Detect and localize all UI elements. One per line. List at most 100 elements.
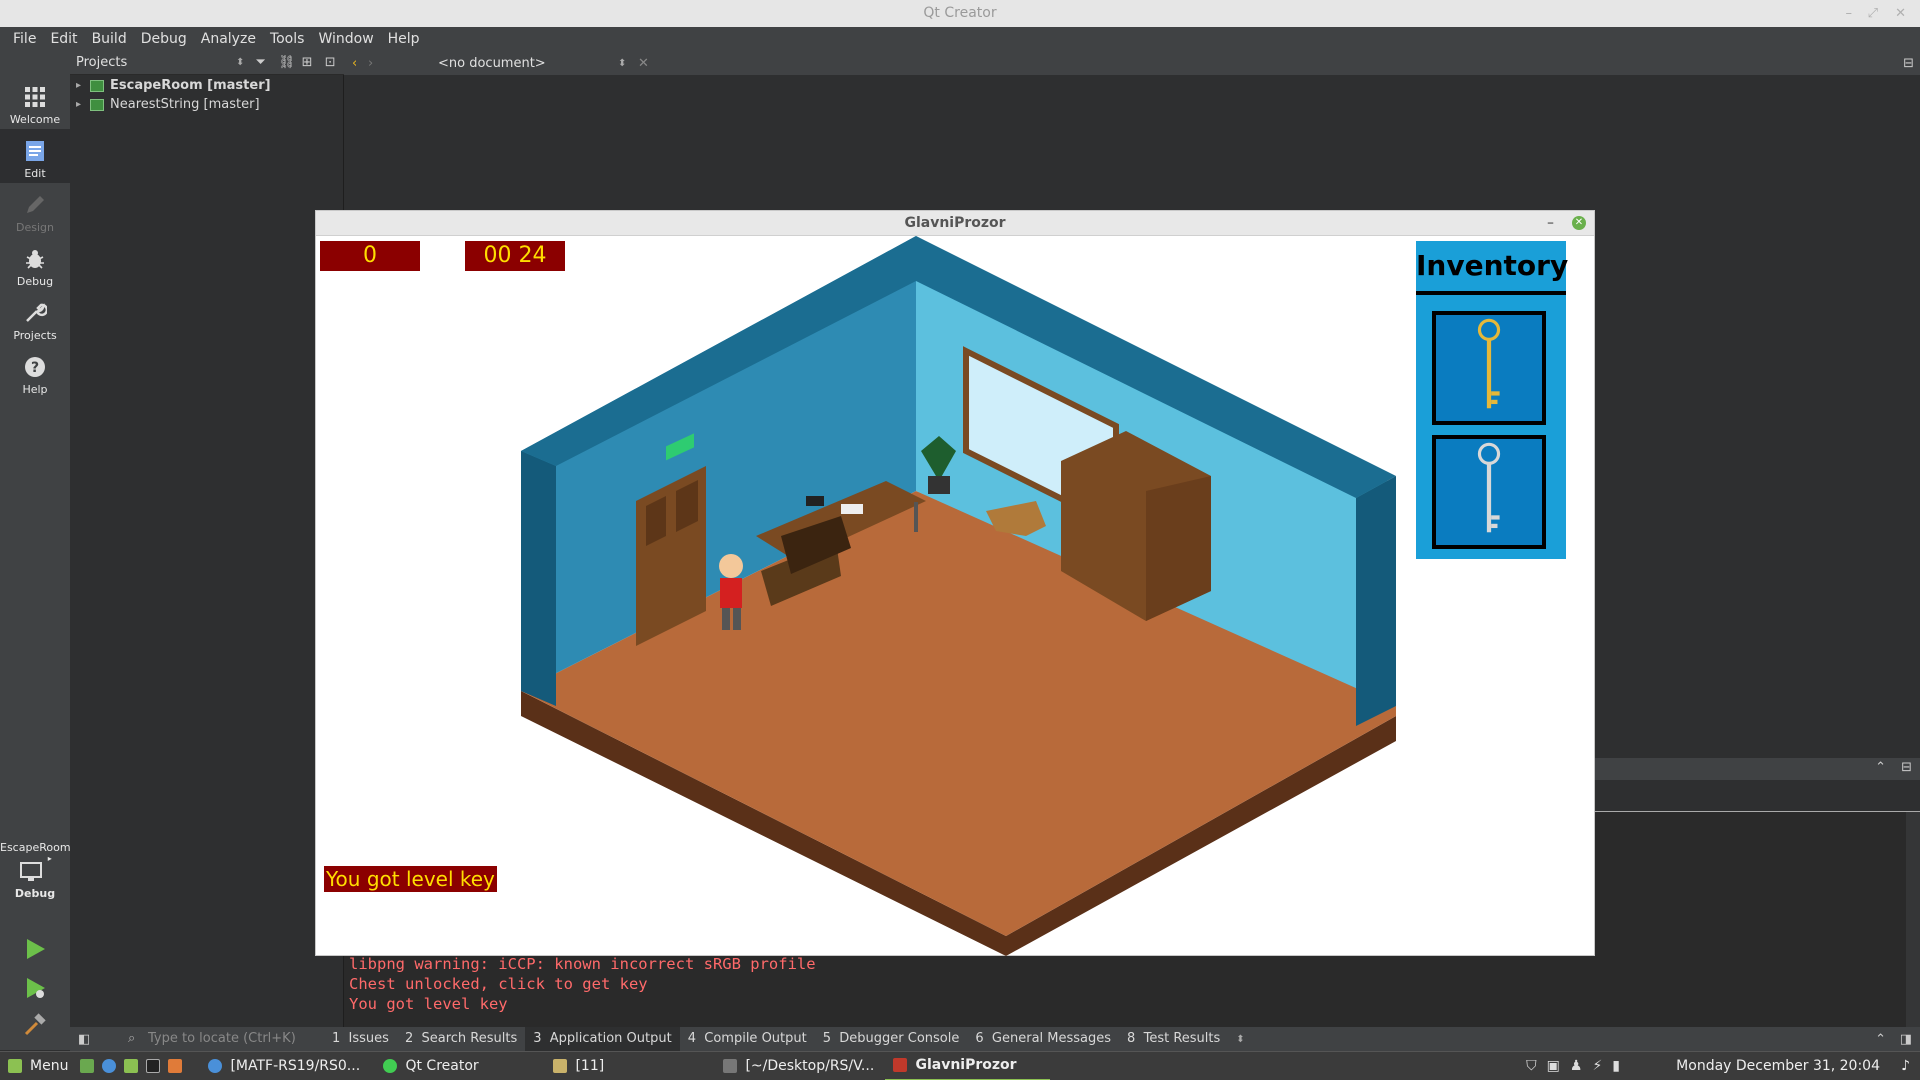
sublime-icon <box>168 1059 183 1073</box>
taskbar-item-browser[interactable]: [MATF-RS19/RS0... <box>200 1052 375 1080</box>
player-leg <box>733 608 741 630</box>
game-room-scene[interactable] <box>506 236 1406 956</box>
taskbar-item-glavniprozor[interactable]: GlavniProzor <box>885 1052 1051 1080</box>
user-icon[interactable]: ♟ <box>1570 1058 1583 1074</box>
tab-label: General Messages <box>991 1031 1112 1046</box>
maximize-pane-icon[interactable]: ⌃ <box>1875 760 1886 775</box>
mode-label: Welcome <box>9 113 61 126</box>
project-name: NearestString [master] <box>110 97 260 112</box>
run-button[interactable] <box>23 937 47 965</box>
menu-window[interactable]: Window <box>311 27 380 51</box>
toggle-right-sidebar-icon[interactable]: ◨ <box>1900 1032 1912 1047</box>
minimize-button[interactable]: – <box>1846 0 1853 27</box>
player-character[interactable] <box>720 578 742 608</box>
network-icon[interactable]: ⚡ <box>1592 1058 1602 1074</box>
inventory-slot-1[interactable] <box>1432 311 1546 425</box>
menu-debug[interactable]: Debug <box>134 27 194 51</box>
kit-selector[interactable]: EscapeRoom ▸ Debug <box>0 841 71 900</box>
taskbar-item-qtcreator[interactable]: Qt Creator <box>375 1052 545 1080</box>
back-icon[interactable]: ‹ <box>344 56 368 71</box>
mode-design[interactable]: Design <box>0 183 70 237</box>
editor-icon <box>723 1059 738 1073</box>
build-button[interactable] <box>23 1013 47 1041</box>
project-item-nearest-string[interactable]: ▸ NearestString [master] <box>70 95 343 114</box>
gold-key-icon <box>1477 318 1501 409</box>
menu-analyze[interactable]: Analyze <box>194 27 263 51</box>
game-window-title: GlavniProzor <box>904 215 1006 231</box>
close-document-icon[interactable]: ✕ <box>638 56 658 71</box>
close-panel-icon[interactable]: ⊡ <box>325 55 344 70</box>
split-icon[interactable]: ⊞ <box>302 55 325 70</box>
document-combo[interactable]: <no document> <box>438 56 618 71</box>
locator-placeholder: Type to locate (Ctrl+K) <box>148 1031 296 1046</box>
shield-icon[interactable]: ⛉ <box>1526 1058 1537 1074</box>
output-line: Chest unlocked, click to get key <box>349 975 648 993</box>
filter-icon[interactable]: ⏷ <box>255 55 278 70</box>
folder-icon <box>553 1059 568 1073</box>
debug-run-button[interactable] <box>23 976 47 1004</box>
tab-label: Search Results <box>421 1031 518 1046</box>
volume-icon[interactable]: ♪ <box>1901 1058 1910 1074</box>
menu-build[interactable]: Build <box>85 27 134 51</box>
tab-number: 3 <box>533 1031 542 1046</box>
close-button[interactable]: ✕ <box>1895 0 1906 27</box>
files-launcher[interactable] <box>120 1052 142 1080</box>
book[interactable] <box>841 504 863 514</box>
project-item-escaperoom[interactable]: ▸ EscapeRoom [master] <box>70 76 343 95</box>
output-scrollbar[interactable] <box>1906 812 1920 1036</box>
more-tabs-icon[interactable]: ⬍ <box>1228 1034 1244 1045</box>
maximize-button[interactable]: ⤢ <box>1868 0 1878 27</box>
tab-compile-output[interactable]: 4 Compile Output <box>680 1027 815 1051</box>
forward-icon[interactable]: › <box>368 56 438 71</box>
expand-up-icon[interactable]: ⌃ <box>1875 1032 1886 1047</box>
clipboard-icon[interactable]: ▣ <box>1547 1058 1560 1074</box>
expand-arrow-icon[interactable]: ▸ <box>76 76 90 95</box>
svg-text:?: ? <box>31 360 39 376</box>
output-filter-bar <box>1595 780 1920 812</box>
taskbar-item-files[interactable]: [11] <box>545 1052 715 1080</box>
bug-icon <box>26 250 44 269</box>
tab-debugger-console[interactable]: 5 Debugger Console <box>815 1027 968 1051</box>
combo-arrow-icon: ⬍ <box>618 57 627 69</box>
inventory-slot-2[interactable] <box>1432 435 1546 549</box>
toggle-sidebar-icon[interactable]: ◧ <box>78 1032 94 1047</box>
silver-key-icon <box>1477 442 1501 533</box>
browser-launcher[interactable] <box>98 1052 120 1080</box>
mode-projects[interactable]: Projects <box>0 291 70 345</box>
menu-edit[interactable]: Edit <box>43 27 84 51</box>
game-minimize-button[interactable]: – <box>1547 211 1554 236</box>
close-pane-icon[interactable]: ⊟ <box>1901 760 1912 775</box>
split-editor-icon[interactable]: ⊟ <box>1903 56 1914 71</box>
tab-issues[interactable]: 1 Issues <box>324 1027 397 1051</box>
mode-help[interactable]: ? Help <box>0 345 70 399</box>
mode-welcome[interactable]: Welcome <box>0 75 70 129</box>
score-display: 0 <box>320 241 420 271</box>
terminal-launcher[interactable] <box>142 1052 164 1080</box>
mode-edit[interactable]: Edit <box>0 129 70 183</box>
expand-arrow-icon[interactable]: ▸ <box>76 95 90 114</box>
laptop[interactable] <box>806 496 824 506</box>
locator-input[interactable]: ⌕ Type to locate (Ctrl+K) <box>124 1029 324 1049</box>
tab-search-results[interactable]: 2 Search Results <box>397 1027 525 1051</box>
mode-debug[interactable]: Debug <box>0 237 70 291</box>
tab-label: Application Output <box>549 1031 672 1046</box>
sublime-launcher[interactable] <box>164 1052 186 1080</box>
taskbar-item-editor[interactable]: [~/Desktop/RS/V... <box>715 1052 885 1080</box>
kit-project-name: EscapeRoom <box>0 841 71 854</box>
battery-icon[interactable]: ▮ <box>1612 1058 1620 1074</box>
menu-help[interactable]: Help <box>381 27 427 51</box>
game-close-button[interactable]: ✕ <box>1572 216 1586 230</box>
link-icon[interactable]: ⛓ <box>278 55 301 70</box>
tab-test-results[interactable]: 8 Test Results <box>1119 1027 1228 1051</box>
tab-general-messages[interactable]: 6 General Messages <box>967 1027 1119 1051</box>
grid-icon <box>25 87 45 107</box>
menu-tools[interactable]: Tools <box>263 27 312 51</box>
app-icon <box>893 1058 908 1072</box>
taskbar-item-label: GlavniProzor <box>915 1057 1017 1073</box>
start-menu-button[interactable]: Menu <box>0 1052 76 1080</box>
tab-application-output[interactable]: 3 Application Output <box>525 1027 680 1051</box>
game-message: You got level key <box>324 866 497 892</box>
menu-file[interactable]: File <box>6 27 43 51</box>
show-desktop-launcher[interactable] <box>76 1052 98 1080</box>
projects-combo[interactable]: Projects <box>70 55 236 70</box>
